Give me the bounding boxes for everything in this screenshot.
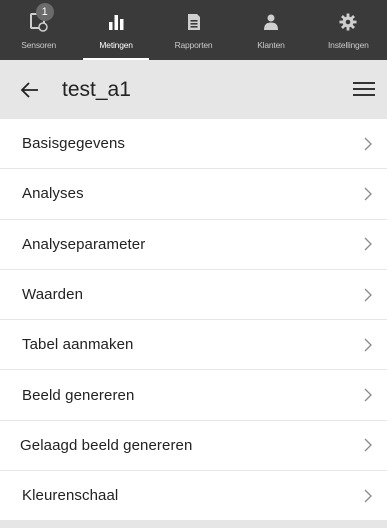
menu-item-label: Tabel aanmaken xyxy=(22,336,134,354)
nav-item-klanten[interactable]: Klanten xyxy=(232,0,309,60)
menu-item-waarden[interactable]: Waarden xyxy=(0,269,387,321)
settings-menu-list: Basisgegevens Analyses Analyseparameter … xyxy=(0,119,387,522)
bottom-strip xyxy=(0,520,387,528)
gear-icon xyxy=(336,10,360,34)
hamburger-menu-icon xyxy=(353,82,375,96)
menu-item-label: Analyses xyxy=(22,185,84,203)
nav-item-instellingen[interactable]: Instellingen xyxy=(310,0,387,60)
chevron-right-icon xyxy=(364,489,372,503)
menu-item-label: Waarden xyxy=(22,286,84,304)
chevron-right-icon xyxy=(364,137,372,151)
chevron-right-icon xyxy=(364,237,372,251)
nav-label-rapporten: Rapporten xyxy=(174,40,213,50)
menu-item-label: Analyseparameter xyxy=(22,235,146,253)
menu-item-label: Beeld genereren xyxy=(22,386,135,404)
nav-label-sensoren: Sensoren xyxy=(21,40,57,50)
top-navigation-bar: 1 Sensoren Metingen Rapporten Klanten In… xyxy=(0,0,387,60)
chevron-right-icon xyxy=(364,338,372,352)
menu-item-gelaagd-beeld-genereren[interactable]: Gelaagd beeld genereren xyxy=(0,420,387,472)
menu-item-label: Basisgegevens xyxy=(22,135,126,153)
nav-label-metingen: Metingen xyxy=(99,40,133,50)
nav-item-metingen[interactable]: Metingen xyxy=(77,0,154,60)
menu-item-analyseparameter[interactable]: Analyseparameter xyxy=(0,219,387,270)
sensor-count-badge: 1 xyxy=(35,3,54,21)
back-button[interactable] xyxy=(0,60,60,119)
chevron-right-icon xyxy=(364,438,372,452)
hamburger-menu-button[interactable] xyxy=(353,78,375,100)
menu-item-analyses[interactable]: Analyses xyxy=(0,169,387,220)
nav-item-rapporten[interactable]: Rapporten xyxy=(155,0,232,60)
menu-item-label: Kleurenschaal xyxy=(22,487,119,505)
menu-item-tabel-aanmaken[interactable]: Tabel aanmaken xyxy=(0,320,387,371)
nav-label-klanten: Klanten xyxy=(257,40,285,50)
bar-chart-icon xyxy=(104,10,128,34)
nav-label-instellingen: Instellingen xyxy=(328,40,369,50)
chevron-right-icon xyxy=(364,187,372,201)
chevron-right-icon xyxy=(364,388,372,402)
menu-item-basisgegevens[interactable]: Basisgegevens xyxy=(0,119,387,170)
menu-item-beeld-genereren[interactable]: Beeld genereren xyxy=(0,370,387,421)
title-bar: test_a1 xyxy=(0,60,387,119)
users-icon xyxy=(259,10,283,34)
menu-item-label: Gelaagd beeld genereren xyxy=(20,436,193,454)
menu-item-kleurenschaal[interactable]: Kleurenschaal xyxy=(0,471,387,522)
chevron-right-icon xyxy=(364,288,372,301)
page-title: test_a1 xyxy=(62,77,131,101)
sensor-icon: 1 xyxy=(27,3,54,34)
nav-item-sensoren[interactable]: 1 Sensoren xyxy=(0,0,77,60)
arrow-left-icon xyxy=(20,81,38,98)
report-icon xyxy=(182,10,206,34)
